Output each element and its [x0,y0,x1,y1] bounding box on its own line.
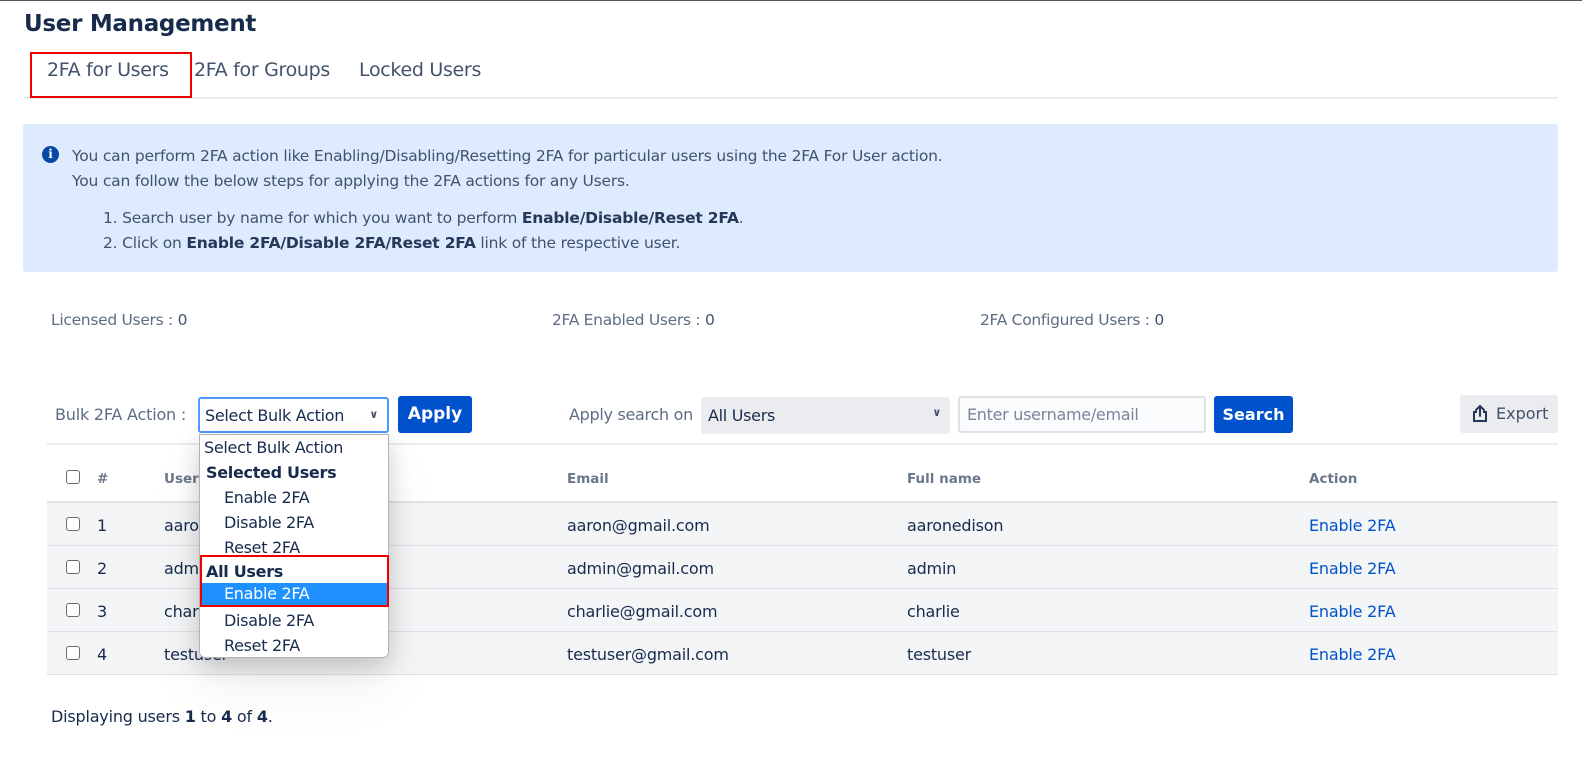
row-num: 4 [97,645,107,664]
row-email: admin@gmail.com [567,559,714,578]
enabled-users-stat: 2FA Enabled Users : 0 [552,311,715,329]
apply-button[interactable]: Apply [398,396,472,433]
info-panel: i You can perform 2FA action like Enabli… [23,124,1558,272]
row-email: charlie@gmail.com [567,602,718,621]
page-title: User Management [24,11,257,37]
info-line-2: You can follow the below steps for apply… [72,172,630,190]
row-num: 2 [97,559,107,578]
header-email[interactable]: Email [567,471,609,487]
row-email: testuser@gmail.com [567,645,729,664]
licensed-users-value: 0 [177,311,188,329]
pagination-to: 4 [221,707,233,726]
info-step-1: 1. Search user by name for which you wan… [103,209,744,227]
info-step-1-bold: Enable/Disable/Reset 2FA [521,209,739,227]
export-icon [1473,405,1487,422]
info-icon: i [42,146,59,163]
bulk-action-dropdown: Select Bulk Action Selected Users Enable… [199,434,389,658]
info-step-2-text: 2. Click on [103,234,187,252]
search-scope-select[interactable]: All Users ∨ [701,397,950,434]
pagination-of-word: of [232,707,257,726]
configured-users-stat: 2FA Configured Users : 0 [980,311,1164,329]
enable-2fa-link[interactable]: Enable 2FA [1309,602,1396,621]
row-checkbox[interactable] [66,517,80,531]
search-button[interactable]: Search [1214,396,1293,433]
tab-locked-users[interactable]: Locked Users [359,59,481,81]
pagination-from: 1 [184,707,196,726]
enable-2fa-link[interactable]: Enable 2FA [1309,645,1396,664]
tab-2fa-for-groups[interactable]: 2FA for Groups [194,59,330,81]
option-all-enable-2fa[interactable]: Enable 2FA [200,583,388,605]
info-step-2: 2. Click on Enable 2FA/Disable 2FA/Reset… [103,234,680,252]
bulk-action-selected-value: Select Bulk Action [205,406,345,425]
licensed-users-label: Licensed Users : [51,311,178,329]
row-email: aaron@gmail.com [567,516,710,535]
option-selected-reset-2fa[interactable]: Reset 2FA [200,535,388,560]
bulk-action-select[interactable]: Select Bulk Action ∨ [198,397,389,433]
select-all-checkbox[interactable] [66,470,80,484]
row-checkbox[interactable] [66,603,80,617]
row-fullname: aaronedison [907,516,1004,535]
row-num: 3 [97,602,107,621]
option-select-bulk-action[interactable]: Select Bulk Action [200,435,388,460]
chevron-down-icon: ∨ [932,406,941,419]
enable-2fa-link[interactable]: Enable 2FA [1309,559,1396,578]
configured-users-value: 0 [1154,311,1164,329]
tab-2fa-for-users[interactable]: 2FA for Users [47,59,169,81]
option-all-disable-2fa[interactable]: Disable 2FA [200,608,388,633]
info-step-1-suffix: . [738,209,744,227]
header-fullname[interactable]: Full name [907,471,981,487]
row-checkbox[interactable] [66,560,80,574]
header-num: # [97,471,109,487]
row-fullname: charlie [907,602,960,621]
info-step-2-bold: Enable 2FA/Disable 2FA/Reset 2FA [186,234,476,252]
option-selected-disable-2fa[interactable]: Disable 2FA [200,510,388,535]
optgroup-all-users: All Users [206,562,284,581]
search-scope-value: All Users [708,406,776,425]
chevron-down-icon: ∨ [369,408,378,421]
pagination-total: 4 [256,707,268,726]
licensed-users-stat: Licensed Users : 0 [51,311,187,329]
export-button[interactable]: Export [1460,395,1558,433]
enable-2fa-link[interactable]: Enable 2FA [1309,516,1396,535]
configured-users-label: 2FA Configured Users : [980,311,1155,329]
enabled-users-label: 2FA Enabled Users : [552,311,705,329]
option-all-reset-2fa[interactable]: Reset 2FA [200,633,388,658]
pagination-suffix: . [267,707,273,726]
option-selected-enable-2fa[interactable]: Enable 2FA [200,485,388,510]
export-label: Export [1496,404,1549,423]
bulk-action-label: Bulk 2FA Action : [55,405,187,424]
row-fullname: admin [907,559,957,578]
tab-bar: 2FA for Users 2FA for Groups Locked User… [24,52,1558,99]
header-action: Action [1309,471,1358,487]
row-num: 1 [97,516,107,535]
info-step-2-suffix: link of the respective user. [475,234,681,252]
pagination-summary: Displaying users 1 to 4 of 4. [51,707,273,726]
row-fullname: testuser [907,645,972,664]
row-checkbox[interactable] [66,646,80,660]
pagination-to-word: to [195,707,222,726]
enabled-users-value: 0 [704,311,715,329]
search-input[interactable] [958,396,1206,433]
search-scope-label: Apply search on [569,405,693,424]
pagination-prefix: Displaying users [51,707,185,726]
info-step-1-text: 1. Search user by name for which you wan… [103,209,522,227]
optgroup-selected-users: Selected Users [206,463,337,482]
info-line-1: You can perform 2FA action like Enabling… [72,147,943,165]
